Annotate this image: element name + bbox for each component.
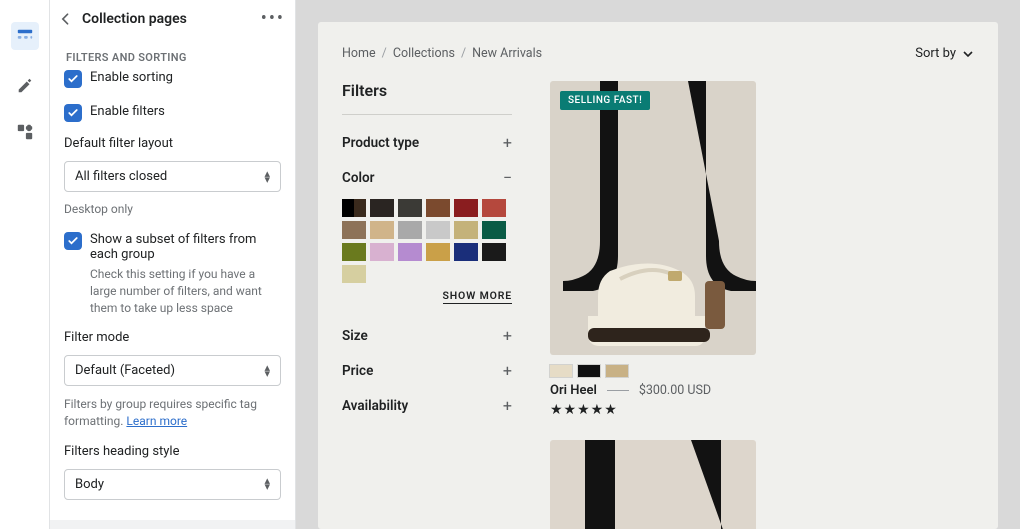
- color-swatch[interactable]: [342, 265, 366, 283]
- preview-pane: Home / Collections / New Arrivals Sort b…: [296, 0, 1020, 529]
- color-swatch[interactable]: [426, 221, 450, 239]
- check-icon: [67, 107, 79, 119]
- rail-theme-icon[interactable]: [15, 76, 35, 96]
- breadcrumb-sep: /: [382, 46, 387, 61]
- divider: [607, 390, 629, 391]
- sidebar-title: Collection pages: [82, 11, 187, 27]
- product-price: $300.00 USD: [639, 383, 711, 398]
- settings-sidebar: Collection pages ••• FILTERS AND SORTING…: [50, 0, 296, 529]
- color-swatch[interactable]: [454, 243, 478, 261]
- chevron-updown-icon: ▴▾: [264, 171, 270, 183]
- color-swatch[interactable]: [398, 243, 422, 261]
- enable-filters-checkbox[interactable]: [64, 104, 82, 122]
- label-default-filter-layout: Default filter layout: [64, 136, 281, 151]
- subset-help: Check this setting if you have a large n…: [90, 266, 281, 316]
- color-swatch-grid: [342, 199, 512, 283]
- enable-sorting-label: Enable sorting: [90, 70, 173, 85]
- product-image: [550, 440, 756, 529]
- select-default-filter-layout[interactable]: All filters closed ▴▾: [64, 161, 281, 192]
- label-filter-mode: Filter mode: [64, 330, 281, 345]
- plus-icon: +: [503, 326, 512, 345]
- note-desktop-only: Desktop only: [64, 202, 281, 216]
- back-button[interactable]: [56, 9, 76, 29]
- chevron-updown-icon: ▴▾: [264, 478, 270, 490]
- chevron-down-icon: [962, 48, 974, 60]
- plus-icon: +: [503, 361, 512, 380]
- more-options-icon[interactable]: •••: [261, 8, 285, 29]
- section-heading-colors: COLORS: [50, 520, 295, 529]
- option-swatch[interactable]: [578, 365, 600, 377]
- learn-more-link[interactable]: Learn more: [126, 414, 187, 428]
- select-value: Body: [75, 477, 104, 492]
- product-image: SELLING FAST!: [550, 81, 756, 355]
- filter-group-price[interactable]: Price+: [342, 353, 512, 388]
- rail-apps-icon[interactable]: [15, 122, 35, 142]
- breadcrumb: Home / Collections / New Arrivals: [342, 46, 542, 61]
- minus-icon: −: [503, 168, 512, 187]
- filter-group-color[interactable]: Color−: [342, 160, 512, 195]
- filters-heading: Filters: [342, 81, 512, 100]
- color-swatch[interactable]: [342, 221, 366, 239]
- check-icon: [67, 235, 79, 247]
- editor-rail: [0, 0, 50, 529]
- breadcrumb-item[interactable]: Home: [342, 46, 376, 61]
- filter-mode-help: Filters by group requires specific tag f…: [64, 396, 281, 430]
- filters-column: Filters Product type+ Color− SHOW MORE S…: [342, 81, 512, 529]
- filter-group-product-type[interactable]: Product type+: [342, 125, 512, 160]
- option-swatches: [550, 365, 756, 377]
- sort-by-label: Sort by: [915, 46, 956, 61]
- enable-filters-label: Enable filters: [90, 104, 165, 119]
- plus-icon: +: [503, 133, 512, 152]
- product-card[interactable]: SELLING FAST!: [550, 81, 756, 418]
- chevron-updown-icon: ▴▾: [264, 365, 270, 377]
- color-swatch[interactable]: [398, 221, 422, 239]
- select-value: Default (Faceted): [75, 363, 175, 378]
- breadcrumb-item[interactable]: Collections: [393, 46, 455, 61]
- color-swatch[interactable]: [426, 199, 450, 217]
- section-heading-filters-sorting: FILTERS AND SORTING: [50, 37, 295, 70]
- subset-checkbox[interactable]: [64, 232, 82, 250]
- product-grid: SELLING FAST!: [550, 81, 974, 529]
- breadcrumb-item[interactable]: New Arrivals: [472, 46, 542, 61]
- filter-group-size[interactable]: Size+: [342, 318, 512, 353]
- product-name: Ori Heel: [550, 383, 597, 398]
- color-swatch[interactable]: [482, 221, 506, 239]
- select-value: All filters closed: [75, 169, 167, 184]
- color-swatch[interactable]: [482, 243, 506, 261]
- plus-icon: +: [503, 396, 512, 415]
- filter-group-availability[interactable]: Availability+: [342, 388, 512, 423]
- rating-stars: ★★★★★: [550, 402, 756, 418]
- product-card[interactable]: Billie Boots $400.00 USD ★★★★★: [550, 440, 756, 529]
- color-swatch[interactable]: [370, 199, 394, 217]
- sidebar-header: Collection pages •••: [50, 0, 295, 37]
- select-filters-heading-style[interactable]: Body ▴▾: [64, 469, 281, 500]
- select-filter-mode[interactable]: Default (Faceted) ▴▾: [64, 355, 281, 386]
- option-swatch[interactable]: [550, 365, 572, 377]
- color-swatch[interactable]: [342, 199, 366, 217]
- color-swatch[interactable]: [370, 221, 394, 239]
- color-swatch[interactable]: [370, 243, 394, 261]
- color-swatch[interactable]: [426, 243, 450, 261]
- enable-sorting-checkbox[interactable]: [64, 70, 82, 88]
- label-filters-heading-style: Filters heading style: [64, 444, 281, 459]
- check-icon: [67, 73, 79, 85]
- color-swatch[interactable]: [454, 221, 478, 239]
- color-swatch[interactable]: [454, 199, 478, 217]
- color-swatch[interactable]: [482, 199, 506, 217]
- sort-by-dropdown[interactable]: Sort by: [915, 46, 974, 61]
- color-swatch[interactable]: [342, 243, 366, 261]
- show-more-button[interactable]: SHOW MORE: [443, 289, 513, 304]
- product-badge: SELLING FAST!: [560, 91, 650, 110]
- color-swatch[interactable]: [398, 199, 422, 217]
- breadcrumb-sep: /: [461, 46, 466, 61]
- option-swatch[interactable]: [606, 365, 628, 377]
- subset-label: Show a subset of filters from each group: [90, 232, 281, 262]
- rail-sections-icon[interactable]: [11, 22, 39, 50]
